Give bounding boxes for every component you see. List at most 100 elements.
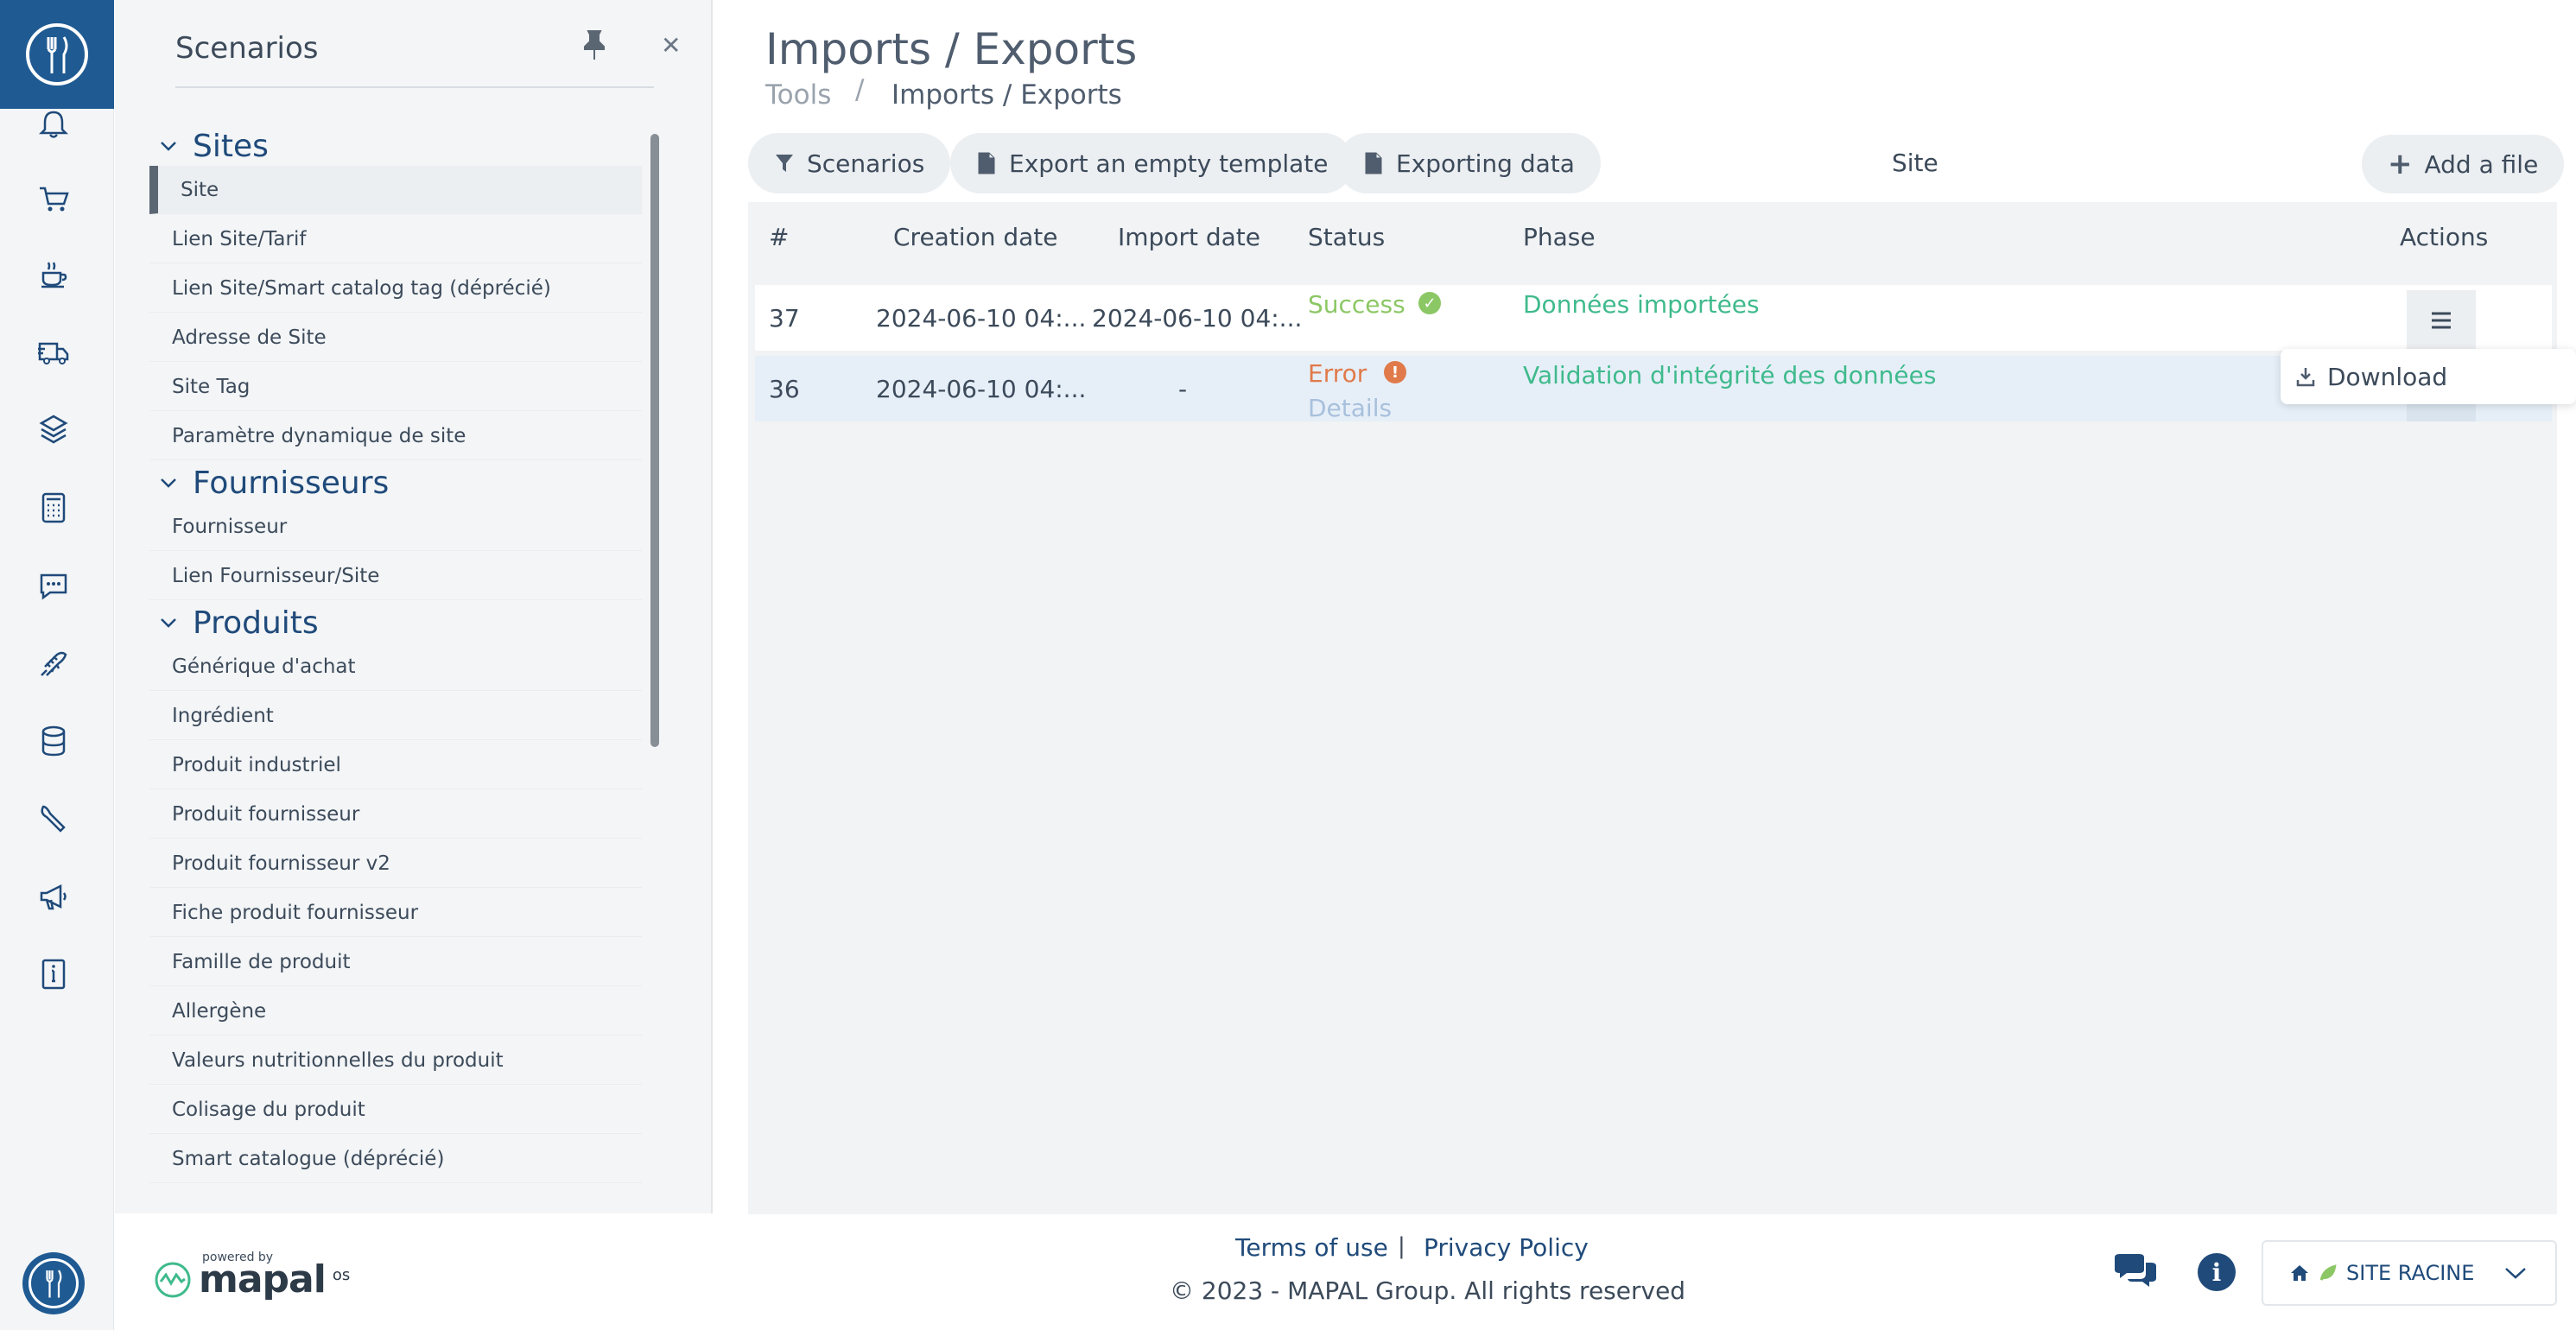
scenario-item[interactable]: Site Tag [149,363,642,411]
export-template-label: Export an empty template [1009,149,1329,178]
bell-icon[interactable] [31,102,76,147]
download-icon [2296,368,2315,387]
chevron-down-icon [161,618,176,628]
app-logo[interactable] [0,0,114,109]
group-fournisseurs[interactable]: Fournisseurs [149,461,389,504]
plus-icon: + [2388,147,2413,181]
panel-title: Scenarios [175,31,319,66]
column-header-actions: Actions [2400,223,2489,251]
filter-icon [776,155,793,172]
chevron-down-icon [2505,1268,2527,1279]
home-icon [2291,1265,2308,1281]
hamburger-menu-icon [2432,312,2451,329]
row-creation-date: 2024-06-10 04:... [876,375,1087,403]
scenario-item-site[interactable]: Site [149,166,642,214]
row-details-link[interactable]: Details [1308,394,1392,422]
footer-separator: | [1398,1233,1405,1259]
scenario-tree: Sites Site Lien Site/Tarif Lien Site/Sma… [149,121,685,1183]
export-template-button[interactable]: Export an empty template [950,133,1355,193]
download-option[interactable]: Download [2327,363,2447,391]
leaf-icon [2319,1264,2337,1281]
scenario-item[interactable]: Adresse de Site [149,314,642,362]
info-icon[interactable]: i [2198,1253,2236,1291]
scenario-item[interactable]: Allergène [149,987,642,1036]
calculator-icon[interactable] [31,485,76,530]
chat-bubbles-icon[interactable] [2111,1252,2158,1292]
current-scenario-label: Site [1892,149,1938,177]
column-header-creation-date[interactable]: Creation date [893,223,1058,251]
file-icon [1365,152,1382,174]
scenario-item[interactable]: Smart catalogue (déprécié) [149,1135,642,1183]
terms-of-use-link[interactable]: Terms of use [1235,1233,1388,1262]
exporting-data-label: Exporting data [1396,149,1575,178]
scenario-item[interactable]: Ingrédient [149,692,642,740]
scenarios-panel: Scenarios ✕ Sites Site Lien Site/Tarif L… [115,0,713,1213]
breadcrumb-tools[interactable]: Tools [765,79,831,111]
add-file-label: Add a file [2424,149,2539,179]
scenarios-filter-button[interactable]: Scenarios [748,133,951,193]
file-icon [978,152,995,174]
group-produits[interactable]: Produits [149,601,319,644]
row-id: 37 [769,304,800,332]
column-header-phase[interactable]: Phase [1523,223,1596,251]
scenario-item[interactable]: Fiche produit fournisseur [149,889,642,937]
panel-scrollbar[interactable] [650,134,659,747]
row-id: 36 [769,375,800,403]
row-actions-menu-button[interactable] [2407,290,2476,351]
site-selector[interactable]: SITE RACINE [2262,1240,2557,1306]
group-label: Produits [193,605,319,641]
row-phase: Validation d'intégrité des données [1523,361,1937,390]
scenario-item[interactable]: Valeurs nutritionnelles du produit [149,1036,642,1085]
database-icon[interactable] [31,719,76,763]
privacy-policy-link[interactable]: Privacy Policy [1424,1233,1589,1262]
add-file-button[interactable]: + Add a file [2362,135,2565,193]
layers-icon[interactable] [31,408,76,453]
scenario-item[interactable]: Produit industriel [149,741,642,789]
scenario-item[interactable]: Produit fournisseur [149,790,642,839]
exporting-data-button[interactable]: Exporting data [1337,133,1601,193]
icon-rail [0,0,114,1330]
fork-knife-logo-icon [26,23,88,86]
row-import-date: 2024-06-10 04:... [1092,304,1303,332]
fish-icon[interactable] [31,641,76,686]
scenario-item[interactable]: Lien Site/Smart catalog tag (déprécié) [149,264,642,313]
coffee-icon[interactable] [31,252,76,297]
group-label: Fournisseurs [193,465,390,501]
wrench-icon[interactable] [31,796,76,841]
row-phase: Données importées [1523,290,1760,319]
scenario-item[interactable]: Lien Fournisseur/Site [149,552,642,600]
scenario-item[interactable]: Générique d'achat [149,643,642,691]
column-header-import-date[interactable]: Import date [1118,223,1260,251]
site-selector-label: SITE RACINE [2346,1261,2475,1285]
scenario-item[interactable]: Famille de produit [149,938,642,986]
close-icon[interactable]: ✕ [661,31,681,60]
cart-icon[interactable] [31,176,76,221]
row-status: Error [1308,359,1367,388]
scenario-item[interactable]: Paramètre dynamique de site [149,412,642,460]
info-doc-icon[interactable] [31,952,76,997]
error-circle-icon: ! [1384,361,1406,383]
row-import-date: - [1178,375,1188,403]
actions-dropdown: Download [2281,349,2576,404]
scenario-item[interactable]: Colisage du produit [149,1086,642,1134]
group-sites[interactable]: Sites [149,124,269,168]
fork-knife-logo-icon [29,1258,79,1308]
copyright-text: © 2023 - MAPAL Group. All rights reserve… [1170,1276,1686,1305]
scenario-item[interactable]: Produit fournisseur v2 [149,839,642,888]
scenario-item[interactable]: Fournisseur [149,503,642,551]
brand-name: mapal [199,1257,327,1302]
pin-icon[interactable] [581,29,607,60]
mapal-wave-icon [155,1262,191,1297]
megaphone-icon[interactable] [31,874,76,919]
page-title: Imports / Exports [765,24,1138,74]
column-header-status[interactable]: Status [1308,223,1385,251]
scenarios-filter-label: Scenarios [807,149,925,178]
brand-suffix: os [332,1266,351,1284]
column-header-id: # [769,223,790,251]
row-status: Success [1308,290,1405,319]
truck-icon[interactable] [31,330,76,375]
user-logo[interactable] [22,1252,85,1314]
scenario-item[interactable]: Lien Site/Tarif [149,215,642,263]
chat-icon[interactable] [31,563,76,608]
breadcrumb-current: Imports / Exports [891,79,1122,111]
